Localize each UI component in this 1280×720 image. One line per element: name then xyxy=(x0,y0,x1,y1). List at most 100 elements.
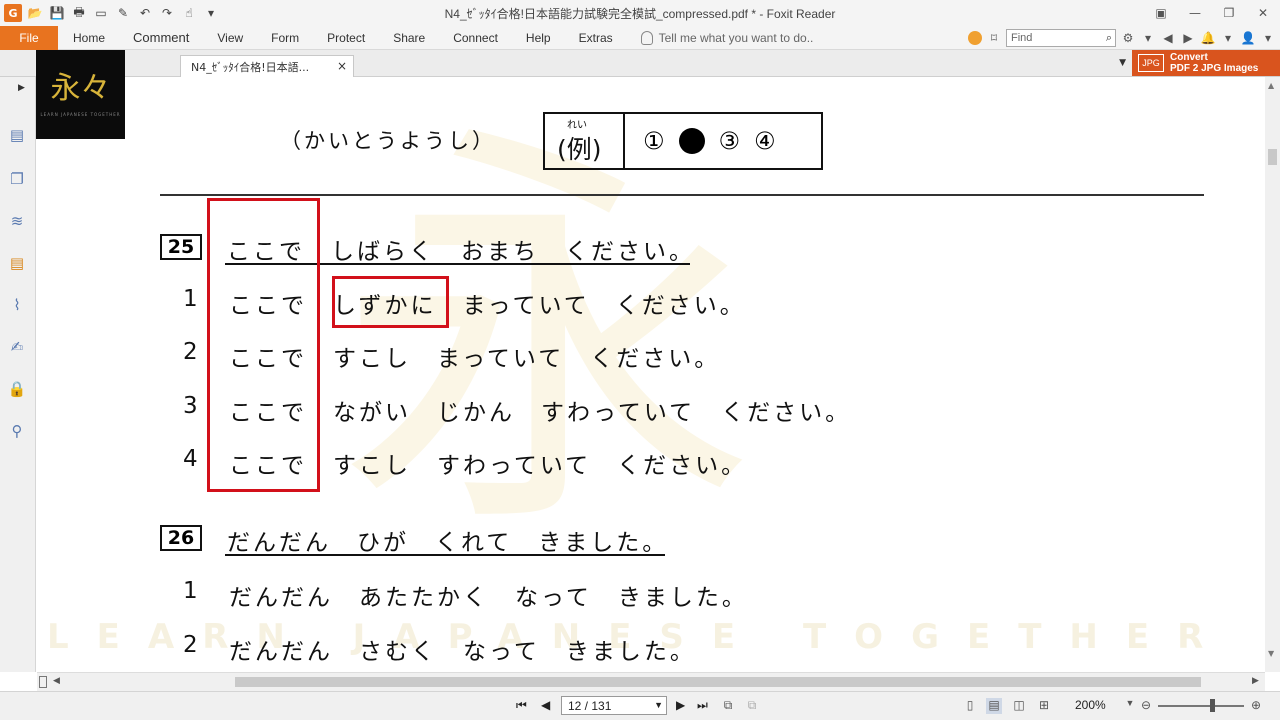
forward-icon[interactable]: ▶ xyxy=(1180,31,1196,45)
scroll-right-icon[interactable]: ▶ xyxy=(1252,676,1259,686)
zoom-slider-thumb[interactable] xyxy=(1210,699,1215,712)
ribbon-display-icon[interactable]: ▣ xyxy=(1144,0,1178,26)
example-label-cell: れい (例) xyxy=(545,114,625,168)
tab-home[interactable]: Home xyxy=(58,26,119,50)
example-box: れい (例) ① ③ ④ xyxy=(543,112,823,170)
undo-icon[interactable]: ↶ xyxy=(136,4,154,22)
search-people-icon[interactable]: ⚲ xyxy=(7,421,27,441)
navigation-panel: ▶ ▤ ❐ ≋ ▤ ⌇ ✍ 🔒 ⚲ xyxy=(0,77,36,672)
attachment-icon[interactable]: ⌇ xyxy=(7,295,27,315)
channel-logo: 永々 LEARN JAPANESE TOGETHER xyxy=(36,50,125,139)
hand-icon[interactable]: ☝ xyxy=(180,4,198,22)
scroll-left-icon[interactable]: ◀ xyxy=(53,676,60,686)
document-view[interactable]: 永 LEARN JAPANESE TOGETHER （かいとうようし） れい (… xyxy=(37,77,1265,672)
scroll-up-icon[interactable]: ▲ xyxy=(1268,81,1274,90)
next-view-icon[interactable]: ⧉ xyxy=(744,698,760,714)
app-icon[interactable]: G xyxy=(4,4,22,22)
question-25-option-3: ここで ながい じかん すわっていて ください。 xyxy=(229,400,852,426)
find-options-icon[interactable]: ⌑ xyxy=(986,31,1002,45)
example-option-4: ④ xyxy=(754,127,776,155)
chevron-down-icon[interactable]: ▼ xyxy=(1119,58,1126,68)
chevron-down-icon[interactable]: ▾ xyxy=(1260,31,1276,45)
chevron-down-icon[interactable]: ▼ xyxy=(1122,698,1138,714)
zoom-out-icon[interactable]: ⊖ xyxy=(1138,698,1154,714)
print-icon[interactable]: 🖶 xyxy=(70,4,88,22)
single-page-icon[interactable]: ▯ xyxy=(962,698,978,714)
document-tab-label: N4_ｾﾞｯﾀｲ合格!日本語... xyxy=(191,60,310,74)
chevron-down-icon[interactable]: ▼ xyxy=(654,700,663,710)
lock-icon[interactable]: 🔒 xyxy=(7,379,27,399)
divider xyxy=(160,194,1204,196)
vertical-scroll-thumb[interactable] xyxy=(1268,149,1277,165)
back-icon[interactable]: ◀ xyxy=(1160,31,1176,45)
answer-sheet-label: （かいとうようし） xyxy=(280,129,496,153)
continuous-page-icon[interactable]: ▤ xyxy=(986,698,1002,714)
question-25-option-1-number: 1 xyxy=(183,286,198,312)
gear-icon[interactable]: ⚙ xyxy=(1120,31,1136,45)
zoom-level[interactable]: 200% xyxy=(1075,698,1106,712)
tab-protect[interactable]: Protect xyxy=(313,26,379,50)
question-25-option-2-number: 2 xyxy=(183,339,198,365)
close-icon[interactable]: × xyxy=(337,59,347,73)
horizontal-scroll-thumb[interactable] xyxy=(235,677,1201,687)
vertical-scrollbar[interactable]: ▲ ▼ xyxy=(1265,77,1280,672)
last-page-icon[interactable]: ⏭ xyxy=(697,698,708,713)
previous-view-icon[interactable]: ⧉ xyxy=(720,698,736,714)
page-number-input[interactable]: 12 / 131 ▼ xyxy=(561,696,667,715)
zoom-in-icon[interactable]: ⊕ xyxy=(1248,698,1264,714)
convert-line2: PDF 2 JPG Images xyxy=(1170,63,1259,74)
chevron-down-icon[interactable]: ▾ xyxy=(1140,31,1156,45)
example-options: ① ③ ④ xyxy=(625,114,821,168)
tab-view[interactable]: View xyxy=(203,26,257,50)
horizontal-scrollbar[interactable]: ◀ ▶ xyxy=(37,672,1265,691)
user-icon[interactable]: 👤 xyxy=(1240,31,1256,45)
comments-icon[interactable]: ▤ xyxy=(7,253,27,273)
minimize-button[interactable]: — xyxy=(1178,0,1212,26)
highlight-box-kokode xyxy=(207,198,320,492)
file-tab[interactable]: File xyxy=(0,25,58,50)
question-25-option-4-number: 4 xyxy=(183,446,198,472)
tab-form[interactable]: Form xyxy=(257,26,313,50)
feedback-icon[interactable] xyxy=(968,31,982,45)
open-icon[interactable]: 📂 xyxy=(26,4,44,22)
document-tab[interactable]: N4_ｾﾞｯﾀｲ合格!日本語... × xyxy=(180,55,354,77)
chevron-down-icon[interactable]: ▾ xyxy=(1220,31,1236,45)
edit-icon[interactable]: ✎ xyxy=(114,4,132,22)
convert-text: Convert PDF 2 JPG Images xyxy=(1170,52,1258,74)
foxit-reader-window: G 📂 💾 🖶 ▭ ✎ ↶ ↷ ☝ ▾ N4_ｾﾞｯﾀｲ合格!日本語能力試験完全… xyxy=(0,0,1280,720)
tab-help[interactable]: Help xyxy=(512,26,565,50)
bell-icon[interactable]: 🔔 xyxy=(1200,31,1216,45)
signature-icon[interactable]: ✍ xyxy=(7,337,27,357)
redo-icon[interactable]: ↷ xyxy=(158,4,176,22)
save-icon[interactable]: 💾 xyxy=(48,4,66,22)
screen-icon[interactable]: ▭ xyxy=(92,4,110,22)
tell-me-box[interactable]: Tell me what you want to do.. xyxy=(640,30,814,45)
tell-me-text: Tell me what you want to do.. xyxy=(658,30,814,45)
next-page-icon[interactable]: ▶ xyxy=(676,698,685,712)
pages-icon[interactable]: ❐ xyxy=(7,169,27,189)
scroll-down-icon[interactable]: ▼ xyxy=(1268,649,1274,658)
expand-arrow-icon[interactable]: ▶ xyxy=(18,83,25,93)
layers-icon[interactable]: ≋ xyxy=(7,211,27,231)
tab-connect[interactable]: Connect xyxy=(439,26,512,50)
page-thumbnail-icon[interactable]: ▤ xyxy=(7,125,27,145)
restore-button[interactable]: ❐ xyxy=(1212,0,1246,26)
tab-extras[interactable]: Extras xyxy=(565,26,627,50)
find-input[interactable]: Find ⌕ xyxy=(1006,29,1116,47)
logo-kanji: 永々 xyxy=(50,71,111,106)
quick-access-toolbar: G 📂 💾 🖶 ▭ ✎ ↶ ↷ ☝ ▾ xyxy=(0,0,220,26)
zoom-slider[interactable] xyxy=(1158,705,1244,707)
filled-circle-icon xyxy=(678,128,705,154)
previous-page-icon[interactable]: ◀ xyxy=(541,698,550,712)
tab-comment[interactable]: Comment xyxy=(119,26,203,50)
facing-page-icon[interactable]: ◫ xyxy=(1011,698,1027,714)
first-page-icon[interactable]: ⏮ xyxy=(516,698,527,713)
continuous-facing-icon[interactable]: ⊞ xyxy=(1036,698,1052,714)
convert-pdf-banner[interactable]: JPG Convert PDF 2 JPG Images xyxy=(1132,50,1280,76)
close-button[interactable]: ✕ xyxy=(1246,0,1280,26)
convert-line1: Convert xyxy=(1170,52,1208,63)
customize-chevron-icon[interactable]: ▾ xyxy=(202,4,220,22)
question-number-26: 26 xyxy=(160,525,202,551)
tab-share[interactable]: Share xyxy=(379,26,439,50)
search-icon[interactable]: ⌕ xyxy=(1106,32,1115,45)
